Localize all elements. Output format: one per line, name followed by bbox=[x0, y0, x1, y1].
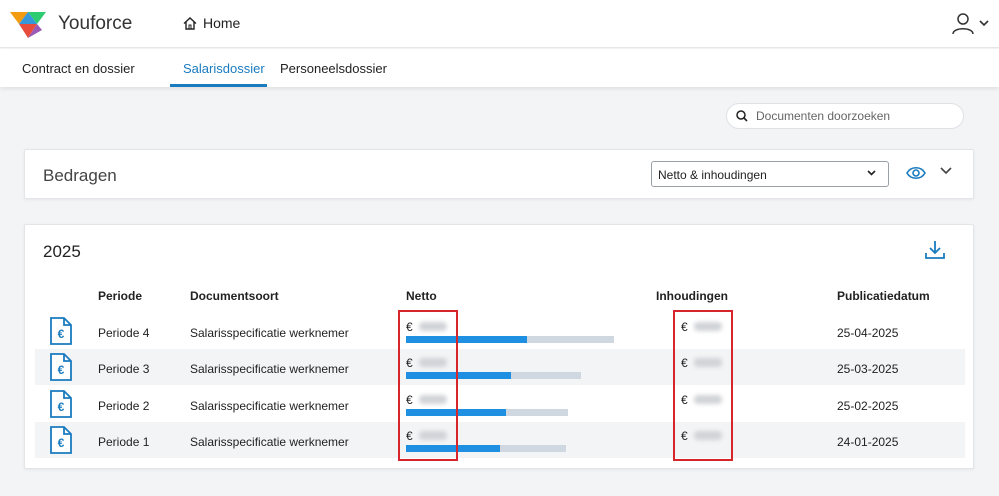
table-row[interactable]: € Periode 3 Salarisspecificatie werknemer €… bbox=[35, 349, 965, 385]
cell-publication-date: 25-02-2025 bbox=[837, 399, 899, 413]
euro-document-icon[interactable]: € bbox=[49, 426, 73, 454]
euro-document-icon[interactable]: € bbox=[49, 390, 73, 418]
sub-nav: Contract en dossier Salarisdossier Perso… bbox=[0, 49, 999, 87]
cell-period: Periode 4 bbox=[98, 326, 150, 340]
euro-document-icon[interactable]: € bbox=[49, 317, 73, 345]
inhoudingen-highlight-box bbox=[673, 310, 733, 461]
cell-period: Periode 1 bbox=[98, 435, 150, 449]
home-label: Home bbox=[203, 15, 241, 31]
download-icon[interactable] bbox=[925, 240, 945, 260]
chevron-down-icon bbox=[867, 170, 876, 176]
eye-icon[interactable] bbox=[906, 166, 926, 180]
table-row[interactable]: € Periode 4 Salarisspecificatie werknemer €… bbox=[35, 313, 965, 349]
youforce-logo-icon[interactable] bbox=[8, 8, 48, 40]
tab-salarisdossier[interactable]: Salarisdossier bbox=[183, 61, 265, 76]
cell-document-type[interactable]: Salarisspecificatie werknemer bbox=[190, 435, 349, 449]
column-header-publicatiedatum[interactable]: Publicatiedatum bbox=[837, 289, 930, 303]
brand-name: Youforce bbox=[58, 13, 133, 34]
svg-text:€: € bbox=[58, 363, 65, 377]
table-row[interactable]: € Periode 1 Salarisspecificatie werknemer €… bbox=[35, 422, 965, 458]
cell-document-type[interactable]: Salarisspecificatie werknemer bbox=[190, 326, 349, 340]
search-icon bbox=[736, 110, 748, 122]
svg-text:€: € bbox=[58, 400, 65, 414]
home-icon bbox=[183, 16, 197, 30]
user-icon bbox=[952, 13, 974, 35]
home-link[interactable]: Home bbox=[183, 15, 240, 31]
amounts-card: Bedragen Netto & inhoudingen bbox=[24, 149, 974, 199]
netto-highlight-box bbox=[398, 310, 458, 461]
search-box[interactable] bbox=[726, 103, 964, 129]
column-header-periode[interactable]: Periode bbox=[98, 289, 142, 303]
cell-document-type[interactable]: Salarisspecificatie werknemer bbox=[190, 362, 349, 376]
cell-publication-date: 25-04-2025 bbox=[837, 326, 899, 340]
table-row[interactable]: € Periode 2 Salarisspecificatie werknemer €… bbox=[35, 386, 965, 422]
cell-period: Periode 2 bbox=[98, 399, 150, 413]
chevron-down-icon bbox=[979, 19, 989, 26]
euro-document-icon[interactable]: € bbox=[49, 353, 73, 381]
cell-document-type[interactable]: Salarisspecificatie werknemer bbox=[190, 399, 349, 413]
column-header-inhoudingen[interactable]: Inhoudingen bbox=[656, 289, 728, 303]
amounts-select-value: Netto & inhoudingen bbox=[658, 168, 767, 182]
cell-publication-date: 24-01-2025 bbox=[837, 435, 899, 449]
cell-publication-date: 25-03-2025 bbox=[837, 362, 899, 376]
year-title: 2025 bbox=[43, 242, 81, 261]
amounts-select[interactable]: Netto & inhoudingen bbox=[651, 161, 889, 187]
expand-chevron-icon[interactable] bbox=[940, 167, 952, 175]
year-card: 2025 Periode Documentsoort Netto Inhoudi… bbox=[24, 224, 974, 469]
top-bar: Youforce Home bbox=[0, 0, 999, 48]
tab-personeelsdossier[interactable]: Personeelsdossier bbox=[280, 61, 387, 76]
amounts-title: Bedragen bbox=[43, 166, 117, 185]
cell-period: Periode 3 bbox=[98, 362, 150, 376]
tab-contract-en-dossier[interactable]: Contract en dossier bbox=[22, 61, 135, 76]
user-menu[interactable] bbox=[951, 11, 989, 35]
svg-text:€: € bbox=[58, 436, 65, 450]
search-input[interactable] bbox=[756, 109, 946, 123]
column-header-netto[interactable]: Netto bbox=[406, 289, 437, 303]
active-tab-indicator bbox=[170, 84, 267, 87]
svg-text:€: € bbox=[58, 327, 65, 341]
column-header-documentsoort[interactable]: Documentsoort bbox=[190, 289, 279, 303]
